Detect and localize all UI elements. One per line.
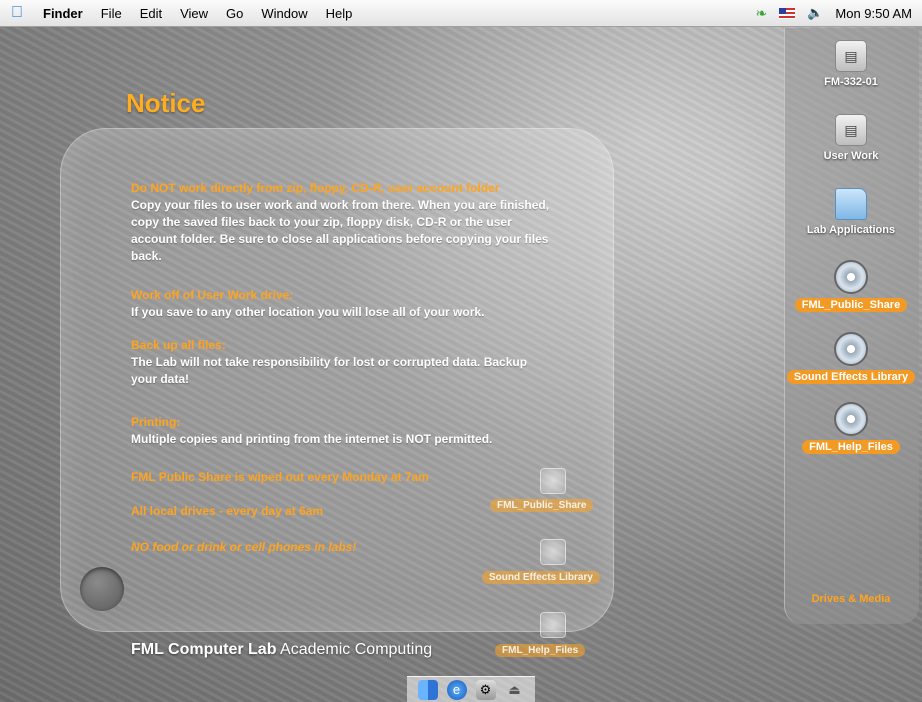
eject-icon[interactable]: ⏏ bbox=[505, 680, 525, 700]
notice-section-3: Back up all files: The Lab will not take… bbox=[131, 337, 551, 388]
menu-view[interactable]: View bbox=[171, 6, 217, 21]
menu-go[interactable]: Go bbox=[217, 6, 252, 21]
notice-section-2: Work off of User Work drive: If you save… bbox=[131, 287, 551, 321]
section-body: If you save to any other location you wi… bbox=[131, 305, 485, 319]
volume-icon[interactable]: 🔈 bbox=[807, 5, 823, 21]
network-volume-icon bbox=[540, 539, 566, 565]
section-heading: Work off of User Work drive: bbox=[131, 288, 294, 302]
menu-finder[interactable]: Finder bbox=[34, 6, 92, 21]
drive-label[interactable]: Lab Applications bbox=[807, 224, 895, 236]
drive-fm-332-01[interactable]: ▤ FM-332-01 bbox=[784, 40, 918, 90]
network-volume-icon[interactable] bbox=[834, 260, 868, 294]
drive-label[interactable]: FML_Public_Share bbox=[794, 298, 908, 312]
drive-label[interactable]: Sound Effects Library bbox=[786, 370, 916, 384]
menu-help[interactable]: Help bbox=[317, 6, 362, 21]
notice-title: Notice bbox=[126, 88, 206, 118]
menu-bar:  Finder File Edit View Go Window Help ❧… bbox=[0, 0, 922, 27]
ghost-label-sound-effects: Sound Effects Library bbox=[482, 571, 600, 584]
drive-fml-public-share[interactable]: FML_Public_Share bbox=[784, 260, 918, 313]
drive-label[interactable]: FM-332-01 bbox=[824, 76, 878, 88]
section-body: The Lab will not take responsibility for… bbox=[131, 355, 528, 386]
section-heading: Printing: bbox=[131, 415, 181, 429]
drive-lab-applications[interactable]: Lab Applications bbox=[784, 188, 918, 238]
notice-section-1: Do NOT work directly from zip, floppy, C… bbox=[131, 180, 551, 265]
drive-sound-effects-library[interactable]: Sound Effects Library bbox=[784, 332, 918, 385]
drive-label[interactable]: User Work bbox=[824, 150, 879, 162]
menu-clock[interactable]: Mon 9:50 AM bbox=[835, 6, 912, 21]
section-body: Copy your files to user work and work fr… bbox=[131, 198, 550, 263]
network-volume-icon bbox=[540, 468, 566, 494]
local-drive-wipe-notice: All local drives - every day at 6am bbox=[131, 504, 324, 518]
dock: e ⚙ ⏏ bbox=[407, 676, 535, 702]
network-volume-icon[interactable] bbox=[834, 402, 868, 436]
folder-icon[interactable] bbox=[835, 188, 867, 220]
ghost-label-public-share: FML_Public_Share bbox=[490, 499, 594, 512]
menu-extras: ❧ 🔈 Mon 9:50 AM bbox=[755, 5, 922, 22]
hard-drive-icon[interactable]: ▤ bbox=[835, 40, 867, 72]
section-body: Multiple copies and printing from the in… bbox=[131, 432, 493, 446]
us-flag-icon[interactable] bbox=[779, 7, 796, 19]
network-volume-icon bbox=[540, 612, 566, 638]
internet-explorer-dock-icon[interactable]: e bbox=[446, 679, 467, 700]
menu-file[interactable]: File bbox=[92, 6, 131, 21]
drawer-title: Drives & Media bbox=[811, 593, 891, 605]
section-heading: Do NOT work directly from zip, floppy, C… bbox=[131, 181, 500, 195]
section-heading: Back up all files: bbox=[131, 338, 226, 352]
lab-footer: FML Computer Lab Academic Computing bbox=[131, 641, 432, 659]
ghost-label-help-files: FML_Help_Files bbox=[495, 644, 586, 657]
lab-name: FML Computer Lab bbox=[131, 641, 277, 658]
apple-menu-icon[interactable]:  bbox=[0, 4, 34, 22]
menu-window[interactable]: Window bbox=[252, 6, 316, 21]
hard-drive-icon[interactable]: ▤ bbox=[835, 114, 867, 146]
panel-knob-decoration bbox=[80, 567, 124, 611]
drive-label[interactable]: FML_Help_Files bbox=[802, 440, 900, 454]
finder-dock-icon[interactable] bbox=[417, 679, 438, 700]
notice-section-4: Printing: Multiple copies and printing f… bbox=[131, 414, 551, 448]
no-food-notice: NO food or drink or cell phones in labs! bbox=[131, 540, 357, 554]
system-preferences-dock-icon[interactable]: ⚙ bbox=[475, 679, 496, 700]
menu-edit[interactable]: Edit bbox=[131, 6, 171, 21]
network-volume-icon[interactable] bbox=[834, 332, 868, 366]
drive-user-work[interactable]: ▤ User Work bbox=[784, 114, 918, 164]
drive-fml-help-files[interactable]: FML_Help_Files bbox=[784, 402, 918, 455]
department-name: Academic Computing bbox=[280, 641, 433, 658]
share-wipe-notice: FML Public Share is wiped out every Mond… bbox=[131, 470, 429, 484]
leaf-icon[interactable]: ❧ bbox=[755, 5, 767, 22]
